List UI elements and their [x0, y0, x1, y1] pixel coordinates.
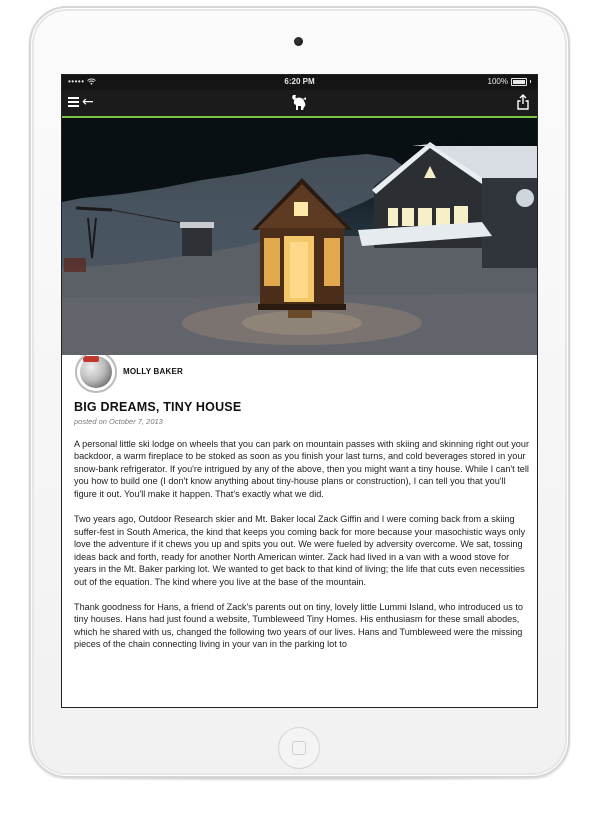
- paragraph-3: Thank goodness for Hans, a friend of Zac…: [74, 601, 523, 650]
- menu-icon[interactable]: [68, 97, 79, 107]
- goat-logo-icon[interactable]: [290, 94, 308, 115]
- share-icon[interactable]: [517, 94, 529, 114]
- article-content: MOLLY BAKER BIG DREAMS, TINY HOUSE poste…: [62, 355, 537, 707]
- outdoor-research-link[interactable]: Outdoor Research: [138, 514, 213, 524]
- status-time: 6:20 PM: [284, 77, 315, 86]
- paragraph-2: Two years ago, Outdoor Research skier an…: [74, 514, 526, 587]
- posted-date: posted on October 7, 2013: [74, 417, 163, 426]
- author-avatar[interactable]: [75, 355, 117, 393]
- battery-icon: [511, 77, 527, 86]
- camera-icon: [294, 37, 303, 46]
- app-screen: ••••• 6:20 PM 100% ← MOLLY BAKER BIG DRE…: [61, 74, 538, 708]
- battery-indicator: 100%: [488, 77, 531, 86]
- home-button[interactable]: [278, 727, 320, 769]
- battery-percent: 100%: [487, 77, 508, 86]
- paragraph-1: A personal little ski lodge on wheels th…: [74, 439, 529, 499]
- hero-image: [62, 118, 537, 355]
- home-square-icon: [292, 741, 306, 755]
- article-body: A personal little ski lodge on wheels th…: [74, 438, 529, 664]
- back-arrow-icon[interactable]: ←: [82, 93, 94, 111]
- article-title: BIG DREAMS, TINY HOUSE: [74, 400, 242, 414]
- status-bar: ••••• 6:20 PM 100%: [62, 75, 537, 90]
- tiny-house-photo: [62, 118, 537, 355]
- author-name[interactable]: MOLLY BAKER: [123, 367, 183, 376]
- top-nav-bar: ←: [62, 90, 537, 118]
